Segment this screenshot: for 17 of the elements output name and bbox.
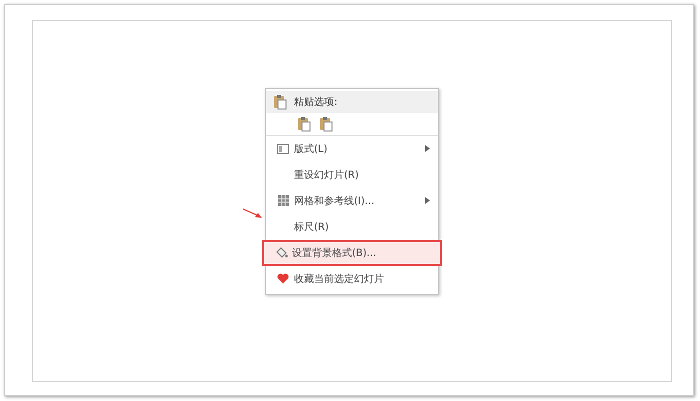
grid-icon: [278, 195, 288, 206]
menu-header: 粘贴选项:: [294, 96, 338, 108]
layout-icon: [277, 144, 289, 154]
pointer-arrow: [243, 208, 263, 220]
menu-item[interactable]: 设置背景格式(B)...: [262, 240, 442, 266]
menu-item[interactable]: 收藏当前选定幻灯片: [266, 266, 438, 292]
clipboard-icon[interactable]: [296, 116, 312, 132]
clipboard-icon: [272, 94, 288, 110]
clipboard-icon[interactable]: [318, 116, 334, 132]
menu-item[interactable]: 重设幻灯片(R): [266, 162, 438, 188]
heart-icon: [277, 273, 289, 284]
submenu-arrow-icon: [425, 145, 430, 152]
menu-item[interactable]: 标尺(R): [266, 214, 438, 240]
menu-item[interactable]: 网格和参考线(I)...: [266, 188, 438, 214]
submenu-arrow-icon: [425, 197, 430, 204]
menu-item[interactable]: 版式(L): [266, 136, 438, 162]
paint-bucket-icon: [274, 246, 288, 259]
